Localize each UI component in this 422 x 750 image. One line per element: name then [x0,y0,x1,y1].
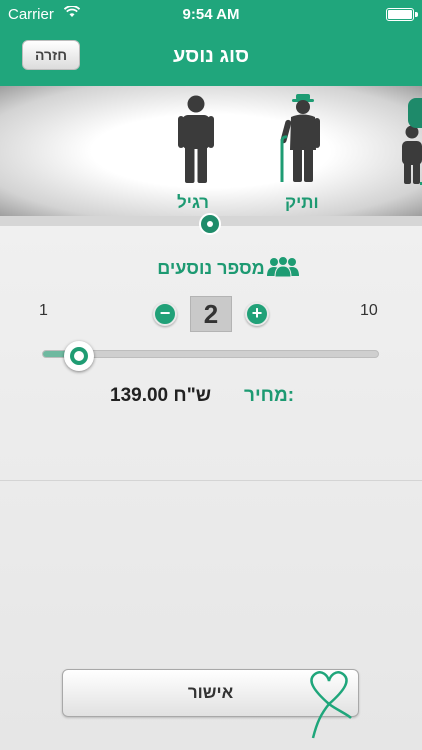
range-min-label: 1 [39,302,48,319]
senior-person-icon[interactable] [276,92,326,184]
increment-button[interactable]: + [245,302,269,326]
passenger-type-carousel[interactable]: רגיל ותיק [0,86,422,216]
adult-person-icon[interactable] [176,94,216,184]
divider [0,480,422,481]
passenger-slider-knob[interactable] [64,341,95,371]
passenger-type-label-regular[interactable]: רגיל [177,193,209,213]
price-label: מחיר: [244,385,295,406]
top-bar: Carrier 9:54 AM חזרה סוג נוסע [0,0,422,86]
decrement-button[interactable]: − [153,302,177,326]
passenger-count-title: מספר נוסעים [157,258,265,278]
price-row: מחיר: 139.00 ש"ח [0,383,422,411]
status-bar: Carrier 9:54 AM [0,0,422,30]
child-person-icon[interactable] [398,124,422,186]
range-max-label: 10 [360,302,378,319]
price-value: 139.00 ש"ח [110,385,212,406]
page-title: סוג נוסע [172,45,250,67]
selection-indicator-icon [199,213,221,235]
battery-icon [386,8,418,21]
passenger-type-label-senior[interactable]: ותיק [285,193,319,213]
heart-icon [310,671,352,739]
passenger-count-value: 2 [190,296,232,332]
carousel-edge-marker [408,98,422,128]
status-time: 9:54 AM [182,6,240,23]
